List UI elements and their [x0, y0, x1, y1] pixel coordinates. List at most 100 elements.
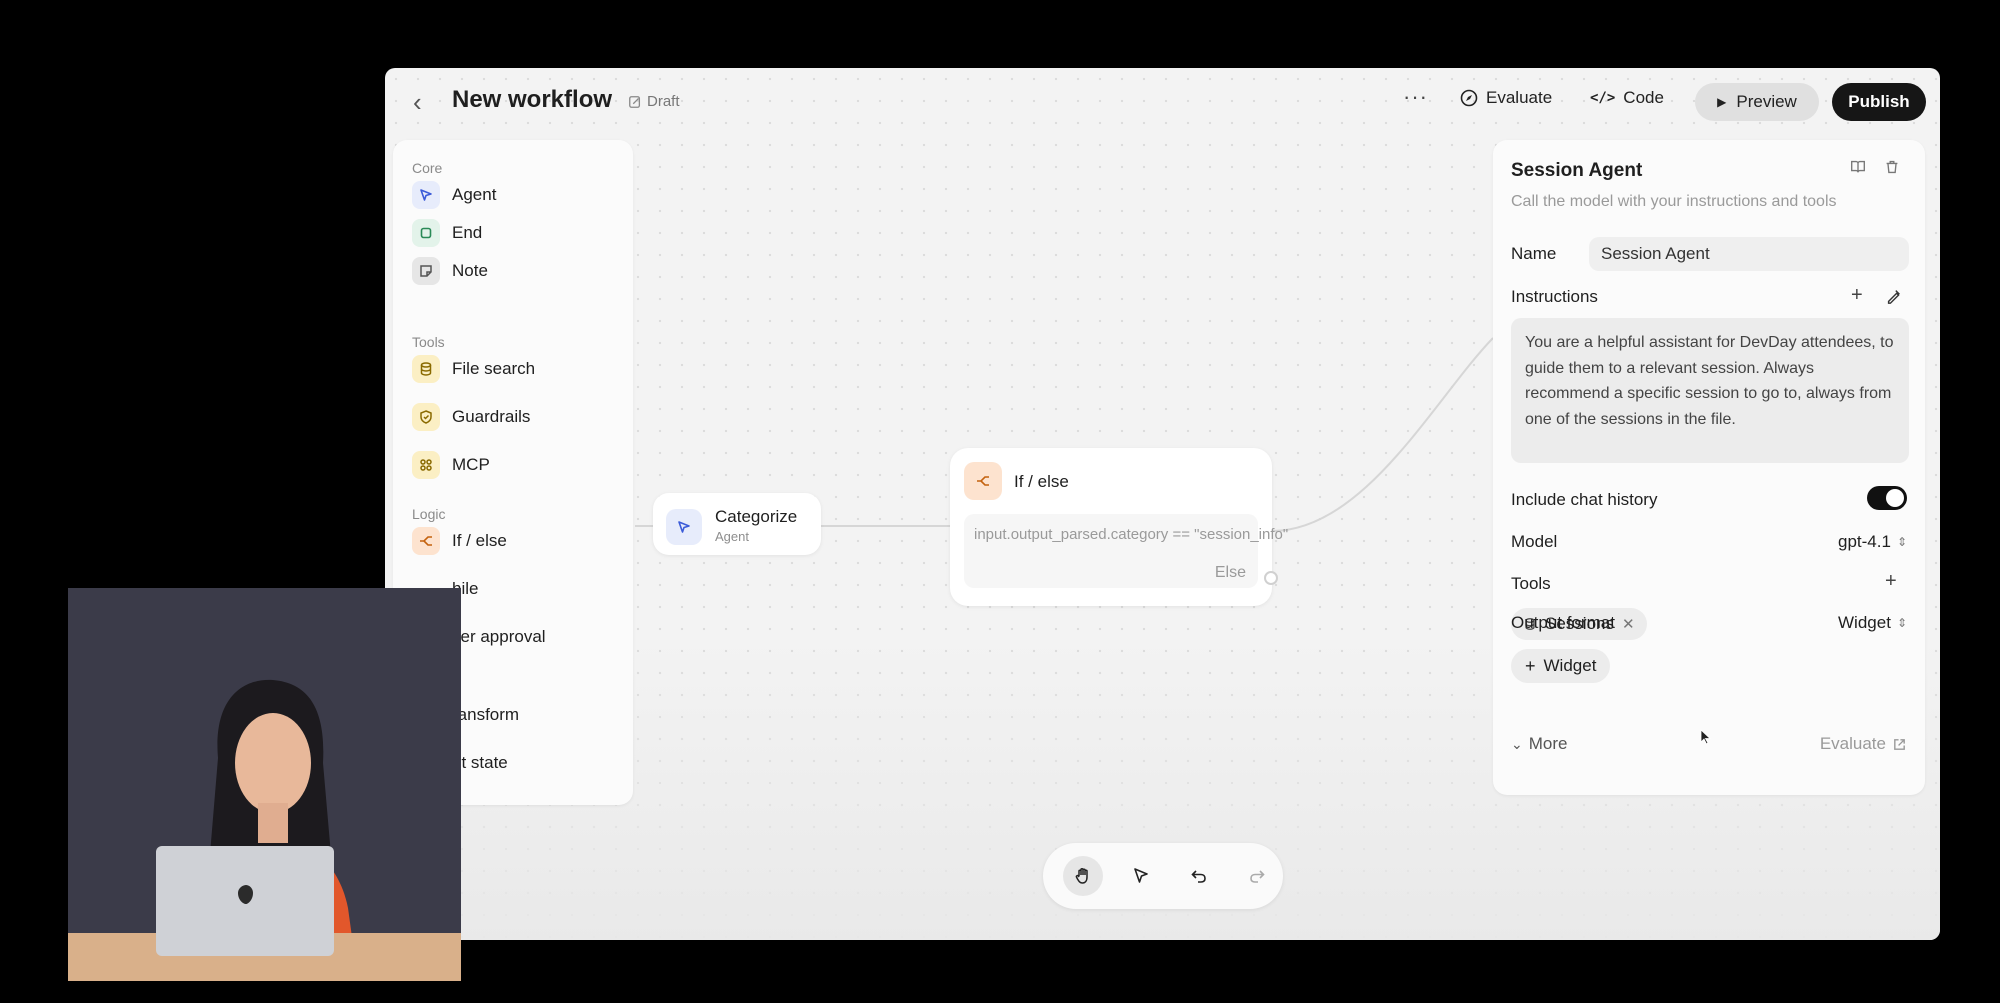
close-icon[interactable]: ✕ [1622, 615, 1635, 633]
pointer-icon [1134, 868, 1148, 883]
node-type: Agent [715, 529, 749, 544]
back-arrow-icon[interactable]: ‹ [413, 89, 437, 115]
node-name: If / else [1014, 472, 1069, 491]
pointer-tool-button[interactable] [1121, 856, 1161, 896]
palette-item-end[interactable]: End [412, 218, 482, 248]
panel-description: Call the model with your instructions an… [1511, 193, 1837, 210]
page-title: New workflow [452, 86, 613, 113]
play-icon: ▶ [1717, 95, 1727, 109]
widget-button-label: Widget [1543, 656, 1597, 675]
shield-icon [412, 403, 440, 431]
chevron-down-icon: ⌄ [1511, 735, 1523, 752]
evaluate-label: Evaluate [1486, 88, 1553, 107]
trash-icon[interactable] [1883, 158, 1903, 178]
presenter-figure [68, 588, 461, 981]
tools-label: Tools [1511, 574, 1551, 593]
undo-button[interactable] [1179, 856, 1219, 896]
palette-item-mcp[interactable]: MCP [412, 450, 490, 480]
condition-block[interactable]: input.output_parsed.category == "session… [964, 514, 1288, 588]
presenter-video [68, 588, 461, 981]
add-icon[interactable]: + [1851, 285, 1871, 306]
node-categorize[interactable]: Categorize Agent [653, 493, 821, 555]
preview-button[interactable]: ▶ Preview [1695, 83, 1819, 121]
section-label-core: Core [412, 160, 443, 176]
evaluate-link-label: Evaluate [1819, 734, 1886, 753]
instructions-textarea[interactable]: You are a helpful assistant for DevDay a… [1511, 318, 1909, 463]
name-input[interactable] [1589, 237, 1909, 271]
database-icon [412, 355, 440, 383]
workflow-builder-window: ‹ New workflow Draft ··· Evaluate </> Co… [385, 68, 1940, 940]
note-icon [412, 257, 440, 285]
canvas-toolbar [1043, 843, 1283, 909]
section-label-logic: Logic [412, 506, 446, 522]
add-tool-icon[interactable]: + [1885, 571, 1905, 592]
palette-item-label: ransform [452, 705, 520, 724]
agent-icon [666, 509, 702, 545]
output-format-label: Output format [1511, 613, 1615, 632]
panel-title: Session Agent [1511, 160, 1643, 181]
palette-item-label: If / else [452, 531, 507, 550]
plus-icon: + [1525, 655, 1536, 676]
node-if-else[interactable]: If / else input.output_parsed.category =… [950, 448, 1288, 606]
palette-item-file-search[interactable]: File search [412, 354, 535, 384]
mouse-cursor-icon [1700, 729, 1712, 750]
evaluate-link[interactable]: Evaluate [1820, 734, 1907, 754]
code-icon: </> [1590, 90, 1616, 106]
palette-item-guardrails[interactable]: Guardrails [412, 402, 530, 432]
branch-icon [412, 527, 440, 555]
instructions-label: Instructions [1511, 287, 1598, 306]
add-widget-button[interactable]: + Widget [1511, 649, 1611, 683]
preview-label: Preview [1736, 92, 1797, 111]
code-label: Code [1623, 88, 1664, 107]
evaluate-button[interactable]: Evaluate [1460, 88, 1552, 108]
draft-badge: Draft [628, 93, 680, 110]
compass-icon [1460, 89, 1478, 107]
branch-icon [964, 462, 1002, 500]
model-value: gpt-4.1 [1838, 532, 1891, 551]
condition-expression: input.output_parsed.category == "session… [974, 526, 1289, 543]
model-select[interactable]: gpt-4.1 ⇕ [1838, 532, 1907, 552]
chat-history-toggle[interactable] [1867, 486, 1907, 510]
toggle-knob [1886, 489, 1904, 507]
agent-icon [412, 181, 440, 209]
palette-item-label: ser approval [452, 627, 546, 646]
draft-label: Draft [647, 93, 680, 110]
palette-item-label: End [452, 223, 483, 242]
node-name: Categorize [715, 507, 798, 526]
palette-item-note[interactable]: Note [412, 256, 488, 286]
draft-icon [629, 95, 641, 108]
palette-item-label: MCP [452, 455, 490, 474]
redo-icon [1250, 870, 1265, 883]
redo-button[interactable] [1237, 856, 1277, 896]
chevron-updown-icon: ⇕ [1896, 616, 1907, 630]
chat-history-label: Include chat history [1511, 490, 1658, 509]
more-toggle[interactable]: ⌄ More [1511, 734, 1567, 754]
section-label-tools: Tools [412, 334, 445, 350]
palette-item-label: Agent [452, 185, 497, 204]
top-bar: ‹ New workflow Draft ··· Evaluate </> Co… [385, 68, 1940, 138]
palette-item-label: Note [452, 261, 488, 280]
edge-ifelse-session-agent [1271, 337, 1494, 532]
undo-icon [1191, 870, 1206, 883]
model-label: Model [1511, 532, 1558, 551]
docs-icon[interactable] [1849, 158, 1869, 178]
mcp-icon [412, 451, 440, 479]
hand-icon [1075, 868, 1088, 884]
more-options-icon[interactable]: ··· [1403, 84, 1428, 110]
magic-pen-icon[interactable] [1885, 287, 1905, 307]
chevron-updown-icon: ⇕ [1896, 535, 1907, 549]
output-format-select[interactable]: Widget ⇕ [1838, 613, 1907, 633]
code-button[interactable]: </> Code [1590, 88, 1664, 108]
publish-button[interactable]: Publish [1832, 83, 1926, 121]
more-label: More [1528, 734, 1568, 753]
end-icon [412, 219, 440, 247]
palette-item-if-else[interactable]: If / else [412, 526, 507, 556]
output-format-value: Widget [1838, 613, 1891, 632]
external-link-icon [1894, 738, 1905, 750]
hand-tool-button[interactable] [1063, 856, 1103, 896]
else-output-port[interactable] [1264, 571, 1278, 585]
palette-item-agent[interactable]: Agent [412, 180, 496, 210]
else-label: Else [1214, 564, 1246, 581]
palette-item-label: Guardrails [452, 407, 531, 426]
node-properties-panel: Session Agent Call the model with your i… [1493, 140, 1925, 795]
